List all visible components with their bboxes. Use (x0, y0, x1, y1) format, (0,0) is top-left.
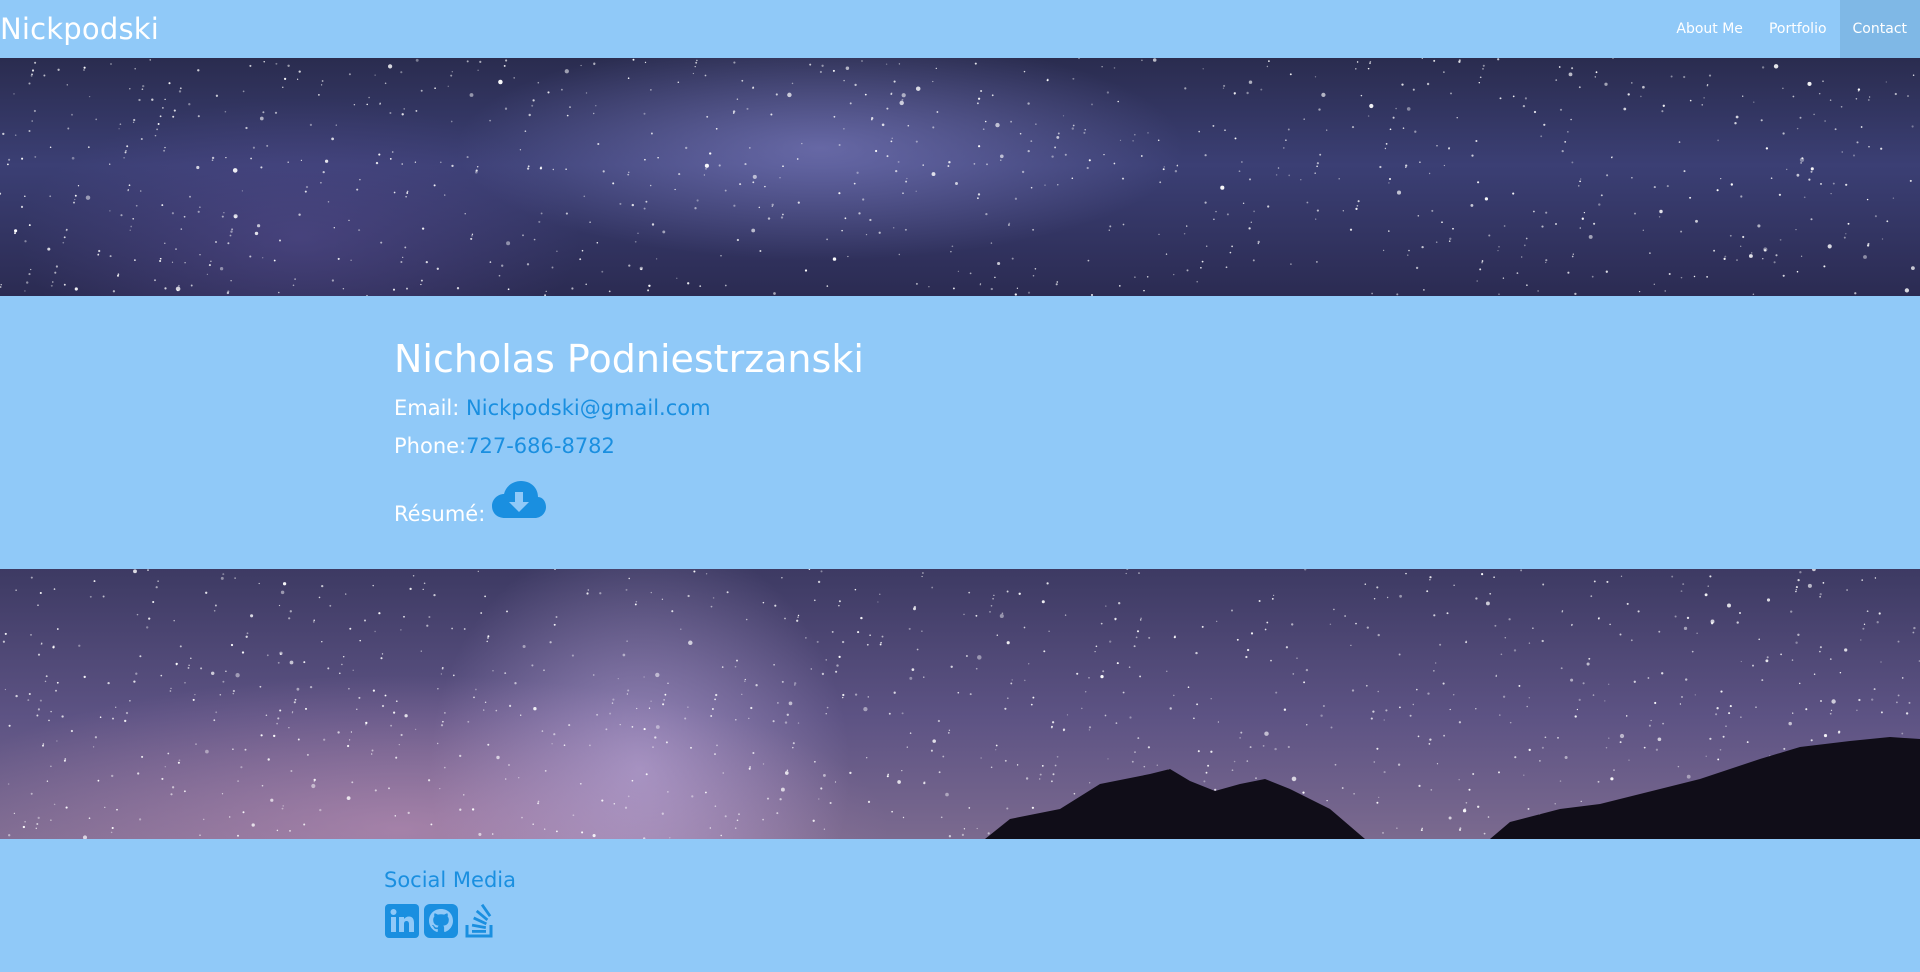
footer: Social Media (384, 867, 516, 939)
brand-logo[interactable]: Nickpodski (0, 0, 159, 58)
contact-info: Nicholas Podniestrzanski Email: Nickpods… (394, 334, 864, 460)
stackoverflow-icon[interactable] (462, 903, 498, 939)
nav-links: About Me Portfolio Contact (1663, 0, 1920, 58)
starry-sky-banner-top (0, 58, 1920, 296)
email-label: Email: (394, 396, 460, 420)
resume-row: Résumé: (394, 480, 547, 528)
stars-top (0, 58, 1915, 296)
starry-sky-banner-bottom (0, 569, 1920, 839)
github-icon[interactable] (423, 903, 459, 939)
social-media-title: Social Media (384, 868, 517, 892)
nav-contact[interactable]: Contact (1839, 0, 1920, 58)
nav-portfolio[interactable]: Portfolio (1756, 0, 1840, 58)
social-icons (384, 903, 516, 939)
phone-label: Phone: (394, 434, 467, 458)
contact-name: Nicholas Podniestrzanski (394, 337, 864, 381)
cloud-download-icon[interactable] (491, 480, 547, 524)
mountain-silhouette (985, 737, 1920, 839)
email-link[interactable]: Nickpodski@gmail.com (466, 396, 711, 420)
resume-label: Résumé: (394, 502, 486, 526)
linkedin-icon[interactable] (384, 903, 420, 939)
phone-link[interactable]: 727-686-8782 (466, 434, 615, 458)
navbar: Nickpodski About Me Portfolio Contact (0, 0, 1920, 58)
email-row: Email: Nickpodski@gmail.com (394, 394, 864, 422)
nav-about-me[interactable]: About Me (1663, 0, 1756, 58)
phone-row: Phone:727-686-8782 (394, 432, 864, 460)
